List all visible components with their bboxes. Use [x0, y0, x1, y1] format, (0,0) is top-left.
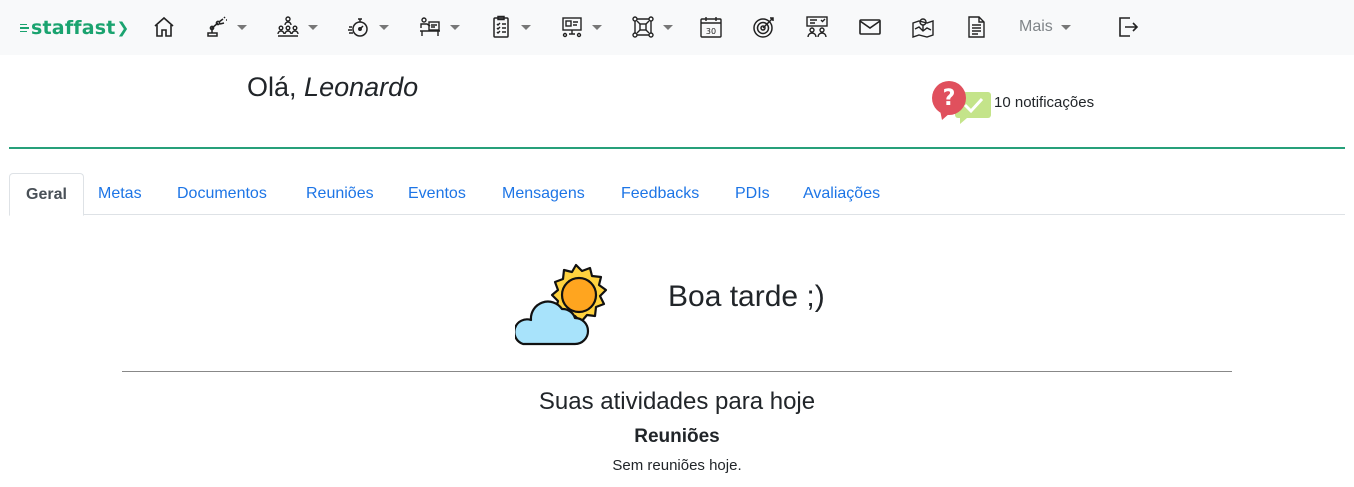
meetings-heading: Reuniões: [634, 426, 720, 447]
mail-icon: [859, 19, 881, 35]
nav-presentation-menu[interactable]: [560, 12, 602, 42]
nav-documents[interactable]: [964, 12, 988, 42]
svg-text:30: 30: [706, 27, 716, 36]
tab-feedbacks[interactable]: Feedbacks: [605, 173, 715, 215]
logout-icon: [1119, 17, 1139, 37]
nav-calendar[interactable]: 30: [699, 12, 723, 42]
svg-text:?: ?: [943, 86, 956, 111]
chevron-down-icon: [450, 24, 460, 30]
people-group-icon: [277, 16, 299, 37]
nav-checklist-menu[interactable]: [489, 12, 531, 42]
tab-pdis[interactable]: PDIs: [719, 173, 786, 215]
nav-people-menu[interactable]: [276, 12, 318, 42]
tab-reunioes[interactable]: Reuniões: [290, 173, 390, 215]
section-tabs: Geral Metas Documentos Reuniões Eventos …: [9, 173, 1345, 216]
chevron-down-icon: [592, 24, 602, 30]
logo-text: staffast: [31, 17, 116, 39]
tab-avaliacoes[interactable]: Avaliações: [787, 173, 896, 215]
robot-arm-icon: [207, 16, 227, 37]
chevron-down-icon: [237, 24, 247, 30]
logo-lines-icon: [20, 23, 29, 33]
afternoon-greeting: Boa tarde ;): [668, 280, 825, 313]
computer-presentation-icon: [562, 17, 582, 38]
map-icon: [912, 18, 934, 38]
nav-more-menu[interactable]: Mais: [1019, 12, 1071, 42]
logo-chevron-icon: ❯: [116, 19, 130, 37]
tab-documentos[interactable]: Documentos: [161, 173, 283, 215]
nav-more-label: Mais: [1019, 18, 1053, 35]
chevron-down-icon: [308, 24, 318, 30]
nav-map[interactable]: [911, 12, 935, 42]
stopwatch-icon: [348, 18, 368, 37]
nav-home[interactable]: [152, 12, 176, 42]
document-icon: [968, 16, 985, 38]
notifications-link[interactable]: ? 10 notificações: [930, 80, 1094, 124]
staffast-logo[interactable]: staffast ❯: [20, 15, 129, 41]
greeting-prefix: Olá,: [247, 72, 297, 102]
nav-stopwatch-menu[interactable]: [347, 12, 389, 42]
home-icon: [154, 16, 174, 37]
nav-network-menu[interactable]: [631, 12, 673, 42]
tab-eventos[interactable]: Eventos: [392, 173, 482, 215]
notifications-count-label: 10 notificações: [994, 93, 1095, 111]
sun-cloud-icon: [515, 263, 608, 346]
content-divider: [122, 371, 1232, 372]
chevron-down-icon: [1060, 24, 1071, 30]
tab-geral[interactable]: Geral: [9, 173, 84, 216]
nav-goals[interactable]: [752, 12, 776, 42]
nav-meetings[interactable]: [805, 12, 829, 42]
network-nodes-icon: [632, 16, 654, 38]
meetings-empty-text: Sem reuniões hoje.: [612, 457, 742, 474]
logout-button[interactable]: [1116, 12, 1140, 42]
chevron-down-icon: [663, 24, 673, 30]
checklist-icon: [493, 15, 509, 38]
nav-robot-arm-menu[interactable]: [205, 12, 247, 42]
chevron-down-icon: [521, 24, 531, 30]
question-chat-icon: ?: [932, 81, 991, 124]
meeting-icon: [806, 16, 828, 38]
chevron-down-icon: [379, 24, 389, 30]
nav-training-menu[interactable]: [418, 12, 460, 42]
user-name: Leonardo: [304, 72, 419, 102]
calendar-icon: 30: [700, 17, 722, 38]
target-icon: [753, 17, 774, 38]
top-navbar: staffast ❯ 30 Mais: [0, 0, 1354, 55]
teacher-board-icon: [420, 17, 440, 36]
user-greeting: Olá, Leonardo: [247, 72, 418, 103]
tab-metas[interactable]: Metas: [82, 173, 158, 215]
activities-title: Suas atividades para hoje: [538, 388, 816, 415]
header-divider: [9, 147, 1345, 149]
nav-messages[interactable]: [858, 12, 882, 42]
tab-mensagens[interactable]: Mensagens: [486, 173, 601, 215]
